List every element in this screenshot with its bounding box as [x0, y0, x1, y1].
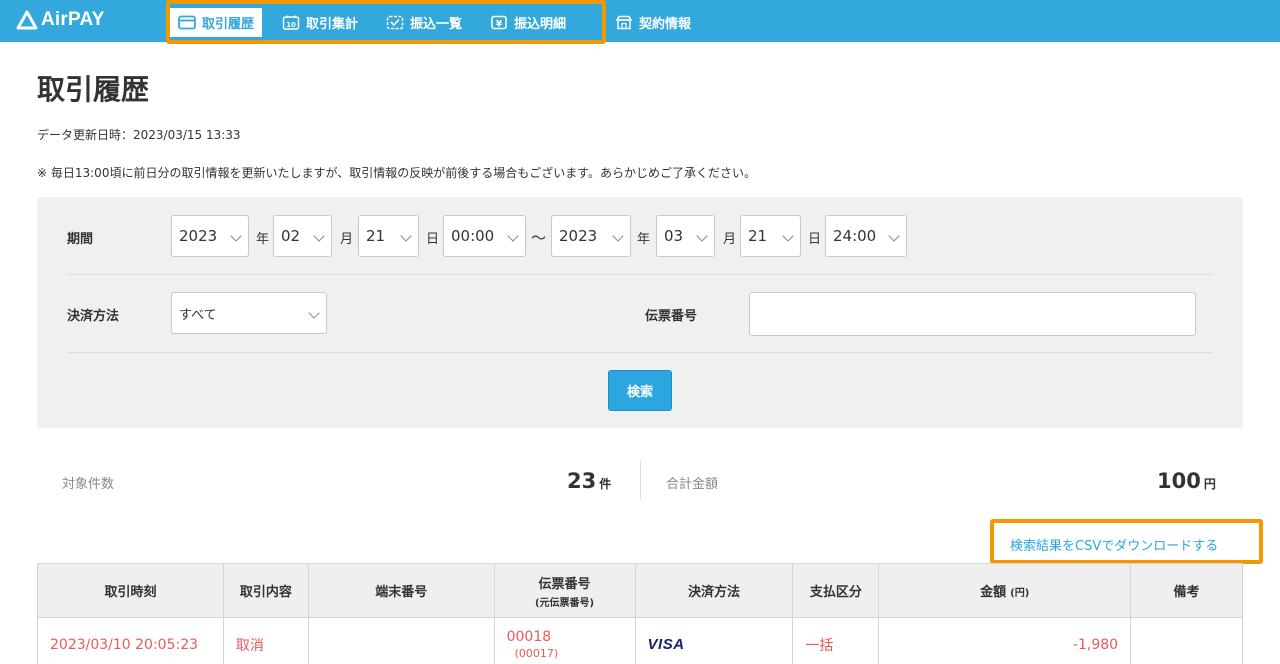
airpay-logo[interactable]: AirPAY [16, 7, 105, 33]
header-time[interactable]: 取引時刻 [37, 563, 224, 618]
brand-name: AirPAY [41, 9, 105, 30]
slip-number-label: 伝票番号 [645, 309, 698, 324]
cell-slip: 00018 (00017) [493, 617, 636, 664]
to-year-select[interactable]: 2023 [551, 215, 631, 257]
chevron-down-icon [400, 230, 412, 242]
chevron-down-icon [313, 230, 325, 242]
header-slip[interactable]: 伝票番号 (元伝票番号) [493, 563, 636, 618]
header-type[interactable]: 取引内容 [222, 563, 309, 618]
panel-divider [67, 352, 1213, 353]
page-title: 取引履歴 [37, 73, 150, 106]
chevron-down-icon [507, 230, 519, 242]
cell-slip-number: 00018 [506, 629, 552, 645]
total-amount-unit: 円 [1203, 477, 1216, 491]
triangle-logo-icon [16, 10, 38, 30]
month-unit: 月 [340, 232, 354, 247]
count-value-group: 23 件 [567, 469, 611, 493]
header-pay-type[interactable]: 支払区分 [792, 563, 880, 618]
cell-note [1130, 617, 1243, 664]
to-day-value: 21 [748, 227, 768, 245]
to-month-value: 03 [664, 227, 684, 245]
payment-method-select[interactable]: すべて [171, 292, 327, 334]
to-time-select[interactable]: 24:00 [825, 215, 907, 257]
visa-logo: VISA [647, 636, 685, 653]
cell-slip-original: (00017) [514, 647, 559, 660]
update-notice: ※ 毎日13:00頃に前日分の取引情報を更新いたしますが、取引情報の反映が前後す… [37, 166, 757, 180]
count-unit: 件 [599, 477, 612, 491]
nav-item-contract-info[interactable]: 契約情報 [607, 8, 699, 37]
count-value: 23 [567, 469, 597, 493]
chevron-down-icon [782, 230, 794, 242]
shop-icon [615, 15, 633, 30]
from-year-value: 2023 [179, 227, 218, 245]
to-year-value: 2023 [559, 227, 598, 245]
cell-amount: -1,980 [878, 617, 1132, 664]
nav-highlight-frame [166, 0, 606, 44]
total-amount-group: 100 円 [1157, 469, 1216, 493]
summary-divider [640, 461, 641, 499]
header-note[interactable]: 備考 [1130, 563, 1243, 618]
range-tilde: 〜 [531, 229, 547, 247]
search-button[interactable]: 検索 [608, 370, 672, 411]
slip-number-input[interactable] [749, 292, 1196, 336]
to-month-select[interactable]: 03 [656, 215, 715, 257]
header-slip-label: 伝票番号 [538, 576, 591, 592]
table-row[interactable]: 2023/03/10 20:05:23 取消 00018 (00017) VIS… [37, 617, 1243, 664]
cell-pay-type: 一括 [792, 617, 880, 664]
total-amount-value: 100 [1157, 469, 1201, 493]
cell-time: 2023/03/10 20:05:23 [37, 617, 224, 664]
chevron-down-icon [230, 230, 242, 242]
year-unit: 年 [256, 232, 270, 247]
search-panel: 期間 2023 年 02 月 21 日 00:00 〜 2023 年 03 月 … [37, 197, 1243, 428]
from-day-select[interactable]: 21 [358, 215, 419, 257]
transaction-table: 取引時刻 取引内容 端末番号 伝票番号 (元伝票番号) 決済方法 支払区分 金額… [37, 563, 1243, 664]
cell-terminal [307, 617, 495, 664]
day-unit: 日 [808, 232, 822, 247]
cell-type: 取消 [222, 617, 309, 664]
header-method[interactable]: 決済方法 [634, 563, 794, 618]
cell-method: VISA [634, 617, 794, 664]
chevron-down-icon [308, 307, 320, 319]
data-updated-timestamp: データ更新日時：2023/03/15 13:33 [37, 128, 241, 142]
header-slip-sub: (元伝票番号) [534, 597, 595, 609]
panel-divider [67, 274, 1213, 275]
chevron-down-icon [612, 230, 624, 242]
from-time-value: 00:00 [451, 227, 495, 245]
table-header-row: 取引時刻 取引内容 端末番号 伝票番号 (元伝票番号) 決済方法 支払区分 金額… [37, 563, 1243, 618]
day-unit: 日 [426, 232, 440, 247]
count-label: 対象件数 [62, 477, 115, 492]
from-year-select[interactable]: 2023 [171, 215, 249, 257]
chevron-down-icon [888, 230, 900, 242]
header-terminal[interactable]: 端末番号 [307, 563, 495, 618]
period-label: 期間 [67, 232, 94, 247]
header-amount-unit: (円) [1010, 588, 1030, 599]
header-amount[interactable]: 金額 (円) [878, 563, 1132, 618]
from-month-value: 02 [281, 227, 301, 245]
year-unit: 年 [637, 232, 651, 247]
from-day-value: 21 [366, 227, 386, 245]
total-amount-label: 合計金額 [666, 477, 719, 492]
payment-method-value: すべて [179, 307, 217, 323]
from-month-select[interactable]: 02 [273, 215, 332, 257]
top-bar: AirPAY 取引履歴 10 取引集計 振込一覧 ¥ 振込明細 契約情報 [0, 0, 1280, 44]
month-unit: 月 [723, 232, 737, 247]
header-amount-label: 金額 [980, 585, 1007, 600]
chevron-down-icon [696, 230, 708, 242]
payment-method-label: 決済方法 [67, 309, 120, 324]
nav-item-label: 契約情報 [639, 17, 692, 32]
to-time-value: 24:00 [833, 227, 877, 245]
csv-download-link[interactable]: 検索結果をCSVでダウンロードする [1010, 535, 1218, 554]
from-time-select[interactable]: 00:00 [443, 215, 526, 257]
to-day-select[interactable]: 21 [740, 215, 801, 257]
